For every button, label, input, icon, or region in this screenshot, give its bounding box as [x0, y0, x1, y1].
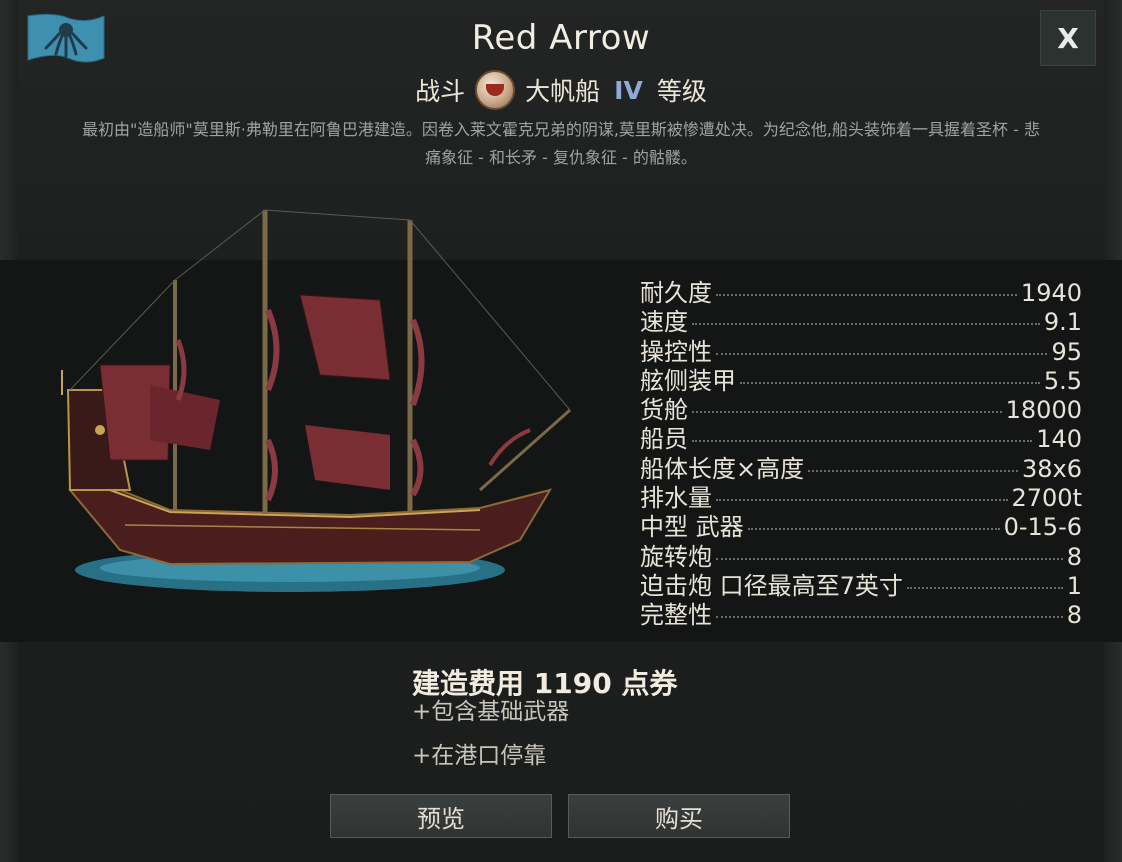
- stat-leader-dots: [692, 440, 1033, 443]
- stat-value: 8: [1066, 542, 1082, 571]
- stat-leader-dots: [808, 469, 1018, 472]
- stat-leader-dots: [716, 352, 1048, 355]
- stat-value: 1940: [1020, 279, 1082, 307]
- galleon-ship-illustration: [61, 209, 571, 592]
- stat-leader-dots: [747, 528, 1000, 531]
- stat-value: 1: [1066, 571, 1082, 600]
- stat-leader-dots: [716, 499, 1008, 502]
- stat-leader-dots: [906, 586, 1063, 589]
- includes-weapons-note: +包含基础武器: [412, 699, 570, 725]
- buy-button[interactable]: 购买: [568, 794, 790, 838]
- ship-tier-label: 等级: [656, 77, 707, 106]
- docked-in-port-note: +在港口停靠: [412, 743, 547, 769]
- ship-type-label: 大帆船: [525, 77, 601, 106]
- stat-leader-dots: [716, 616, 1063, 619]
- ship-role-label: 战斗: [415, 77, 466, 106]
- ship-tier-value: IV: [614, 75, 643, 105]
- cup-badge-icon: [475, 70, 516, 110]
- stat-value: 2700t: [1011, 484, 1083, 513]
- stat-value: 9.1: [1043, 308, 1082, 337]
- stat-value: 18000: [1005, 396, 1082, 425]
- stat-row: 操控性 95: [640, 332, 1082, 366]
- stat-leader-dots: [740, 381, 1040, 384]
- stat-leader-dots: [716, 294, 1017, 296]
- ship-stats-list: 耐久度 1940 速度 9.1 操控性 95 舷侧装甲 5.5 货舱 18000 船员 140 船体长度…: [640, 273, 1082, 629]
- stat-row: 船体长度×高度 38x6: [640, 449, 1082, 483]
- ship-description: 最初由"造船师"莫里斯·弗勒里在阿鲁巴港建造。因卷入莱文霍克兄弟的阴谋,莫里斯被…: [82, 120, 1040, 167]
- stat-value: 0-15-6: [1003, 513, 1082, 542]
- stat-value: 8: [1066, 601, 1082, 630]
- stat-label: 完整性: [640, 601, 712, 630]
- stat-leader-dots: [692, 323, 1040, 326]
- stat-value: 38x6: [1021, 454, 1082, 483]
- stat-row: 迫击炮 口径最高至7英寸 1: [640, 566, 1082, 600]
- ship-class-line: 战斗 大帆船 IV 等级: [0, 70, 1122, 110]
- ship-name-title: Red Arrow: [471, 18, 651, 58]
- stat-row: 舷侧装甲 5.5: [640, 361, 1082, 395]
- ship-detail-panel: X Red Arrow 战斗 大帆船 IV 等级 最初由"造船师"莫里斯·弗勒里…: [0, 0, 1122, 862]
- stat-row: 排水量 2700t: [640, 478, 1082, 512]
- stat-value: 5.5: [1043, 366, 1082, 395]
- stat-leader-dots: [692, 411, 1002, 414]
- stat-value: 140: [1036, 425, 1082, 454]
- stat-value: 95: [1051, 337, 1082, 366]
- stat-leader-dots: [716, 557, 1063, 560]
- stat-row: 耐久度 1940: [640, 273, 1082, 307]
- preview-button[interactable]: 预览: [330, 794, 552, 838]
